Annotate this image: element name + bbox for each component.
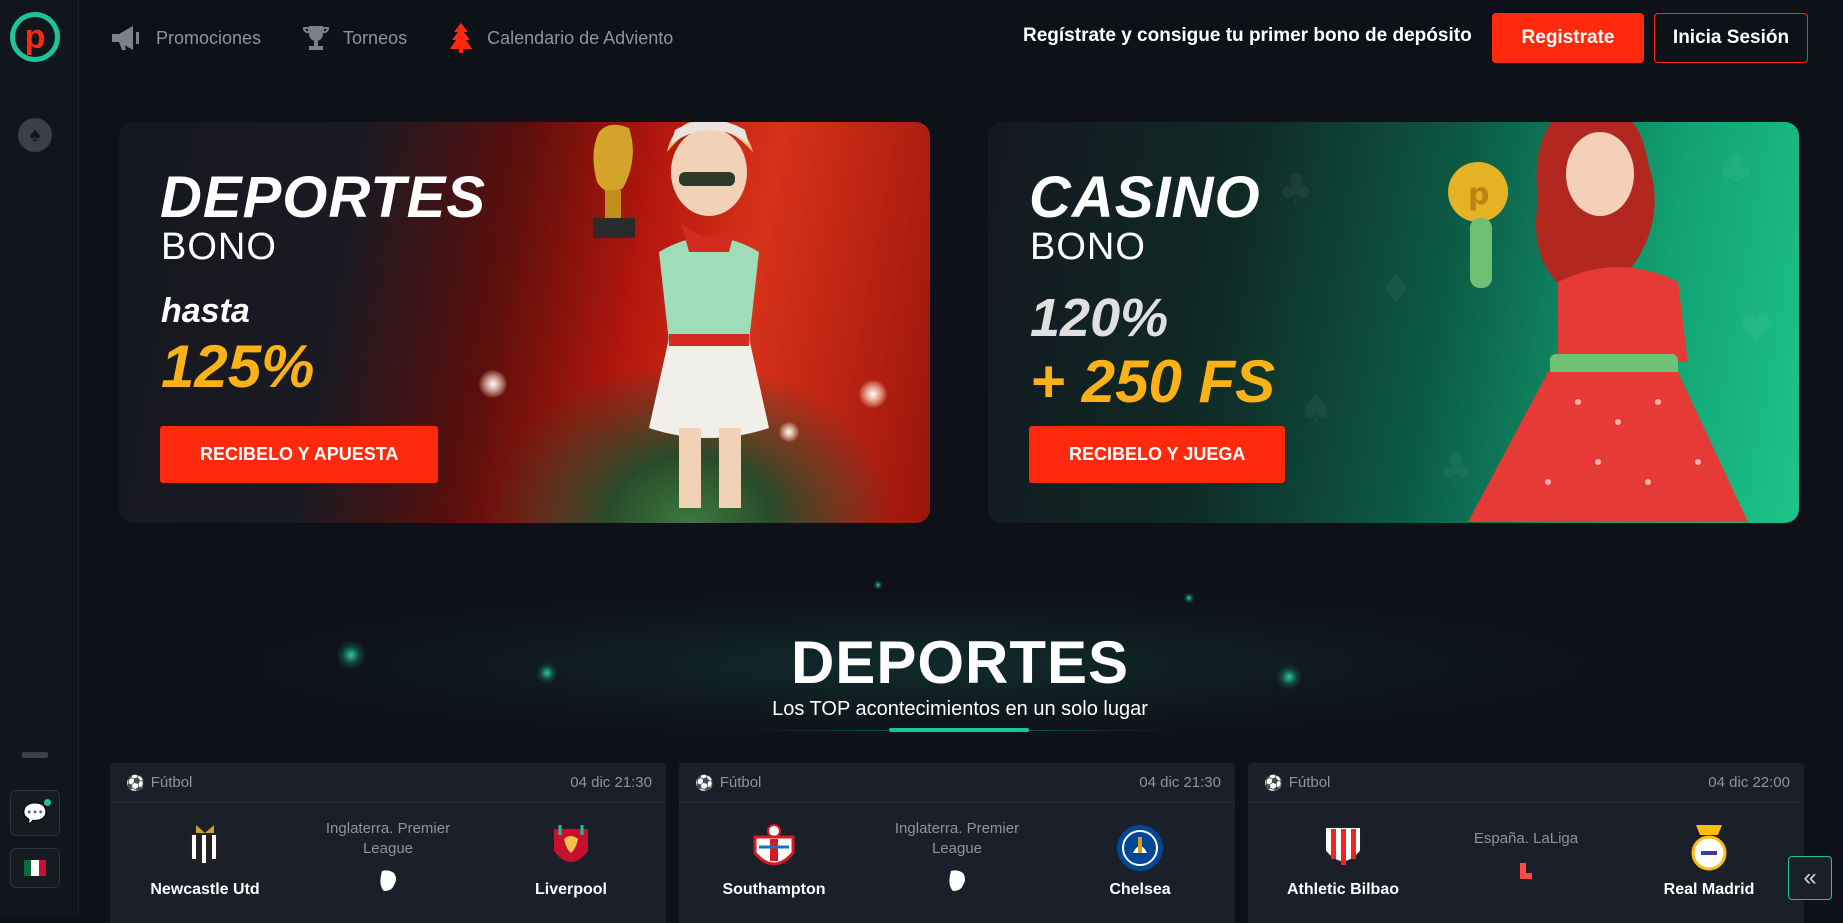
section-subtitle: Los TOP acontecimientos en un solo lugar: [772, 698, 1148, 720]
away-team-name: Chelsea: [1109, 881, 1171, 898]
nav-label: Promociones: [156, 27, 262, 48]
banner-bonus-value: 120%: [1030, 288, 1169, 348]
liverpool-crest-icon: [546, 823, 596, 873]
nav-label: Torneos: [343, 27, 408, 48]
premier-league-logo-icon: [376, 869, 400, 893]
banner-free-spins: + 250 FS: [1030, 348, 1276, 415]
banner-title: CASINO: [1029, 165, 1261, 230]
svg-text:♣: ♣: [1278, 166, 1314, 212]
casino-chip-icon[interactable]: ♠: [18, 118, 52, 152]
match-header: ⚽ Fútbol 04 dic 21:30: [110, 763, 666, 803]
away-team[interactable]: Chelsea: [1065, 823, 1215, 899]
away-team-name: Real Madrid: [1663, 881, 1755, 898]
logo[interactable]: p: [10, 12, 60, 62]
home-team-name: Southampton: [722, 881, 826, 898]
nav-label: Calendario de Adviento: [487, 27, 674, 48]
banner-subtitle: BONO: [161, 226, 277, 268]
claim-sports-bonus-button[interactable]: RECIBELO Y APUESTA: [160, 426, 439, 483]
match-header: ⚽ Fútbol 04 dic 21:30: [679, 763, 1235, 803]
glow-particle: [1183, 592, 1195, 604]
league-name: España. LaLiga: [1473, 830, 1579, 847]
league-info: España. LaLiga: [1446, 829, 1606, 883]
away-team[interactable]: Real Madrid: [1634, 823, 1784, 899]
league-info: Inglaterra. Premier League: [877, 819, 1037, 893]
match-time: 04 dic 22:00: [1708, 774, 1790, 791]
away-team[interactable]: Liverpool: [496, 823, 646, 899]
chat-button[interactable]: 💬: [10, 790, 60, 836]
away-team-name: Liverpool: [534, 881, 607, 898]
match-sport: ⚽ Fútbol: [126, 774, 192, 792]
header-promo-text: Regístrate y consigue tu primer bono de …: [1023, 25, 1472, 46]
stadium-light: [479, 370, 507, 398]
register-button[interactable]: Registrate: [1492, 13, 1644, 63]
home-team[interactable]: Southampton: [699, 823, 849, 899]
svg-text:♠: ♠: [1298, 386, 1334, 432]
athletic-bilbao-crest-icon: [1318, 823, 1368, 873]
sport-label: Fútbol: [719, 774, 762, 791]
sidebar-divider: [22, 752, 48, 758]
promo-woman-coin-image: p: [1448, 122, 1748, 522]
soccer-ball-icon: ⚽: [695, 774, 714, 792]
collapse-panel-button[interactable]: «: [1788, 856, 1832, 900]
section-divider-accent: [889, 728, 1029, 732]
top-nav: Promociones Torneos Calendario de Advien…: [110, 18, 673, 58]
sport-label: Fútbol: [1288, 774, 1331, 791]
home-team[interactable]: Athletic Bilbao: [1268, 823, 1418, 899]
claim-casino-bonus-button[interactable]: RECIBELO Y JUEGA: [1029, 426, 1286, 483]
match-time: 04 dic 21:30: [570, 774, 652, 791]
laliga-logo-icon: [1514, 859, 1538, 883]
glow-particle: [873, 580, 883, 590]
home-team-name: Newcastle Utd: [150, 881, 260, 898]
banner-prefix: hasta: [161, 292, 250, 330]
home-team-name: Athletic Bilbao: [1286, 881, 1399, 898]
match-card[interactable]: ⚽ Fútbol 04 dic 22:00 Athletic Bilbao Esp…: [1248, 763, 1804, 923]
section-title: DEPORTES: [790, 629, 1130, 696]
league-name: Inglaterra. Premier League: [325, 820, 451, 857]
sports-bonus-banner[interactable]: DEPORTES BONO hasta 125% RECIBELO Y APUE…: [119, 122, 930, 523]
banner-subtitle: BONO: [1030, 226, 1146, 268]
nav-item-calendario[interactable]: Calendario de Adviento: [447, 22, 673, 54]
sport-label: Fútbol: [150, 774, 193, 791]
nav-item-torneos[interactable]: Torneos: [301, 23, 407, 53]
christmas-tree-icon: [450, 23, 473, 53]
logo-mark: p: [15, 17, 55, 57]
match-header: ⚽ Fútbol 04 dic 22:00: [1248, 763, 1804, 803]
match-card[interactable]: ⚽ Fútbol 04 dic 21:30 Newcastle Utd Ingla…: [110, 763, 666, 923]
real-madrid-crest-icon: [1684, 823, 1734, 873]
match-card[interactable]: ⚽ Fútbol 04 dic 21:30 Southampton Inglate…: [679, 763, 1235, 923]
premier-league-logo-icon: [945, 869, 969, 893]
soccer-ball-icon: ⚽: [1264, 774, 1283, 792]
southampton-crest-icon: [749, 823, 799, 873]
league-name: Inglaterra. Premier League: [894, 820, 1020, 857]
banner-title: DEPORTES: [160, 165, 487, 230]
trophy-icon: [303, 26, 330, 50]
casino-bonus-banner[interactable]: ♣♦♠♥ ♣♣♥♠ p CASINO BONO 120% + 250 FS RE…: [988, 122, 1799, 523]
mexico-flag-icon: [24, 860, 46, 876]
double-chevron-left-icon: «: [1803, 864, 1817, 891]
chelsea-crest-icon: [1115, 823, 1165, 873]
match-sport: ⚽ Fútbol: [695, 774, 761, 792]
promo-woman-trophy-image: [593, 122, 769, 508]
soccer-ball-icon: ⚽: [126, 774, 145, 792]
language-button[interactable]: [10, 848, 60, 888]
svg-text:p: p: [1468, 177, 1489, 212]
newcastle-crest-icon: [180, 823, 230, 873]
stadium-light: [859, 380, 887, 408]
home-team[interactable]: Newcastle Utd: [130, 823, 280, 899]
sidebar: p ♠ 💬: [0, 0, 79, 915]
megaphone-icon: [112, 26, 139, 50]
chat-notification-dot: [44, 799, 51, 806]
match-sport: ⚽ Fútbol: [1264, 774, 1330, 792]
svg-text:♦: ♦: [1378, 266, 1414, 312]
match-time: 04 dic 21:30: [1139, 774, 1221, 791]
league-info: Inglaterra. Premier League: [308, 819, 468, 893]
login-button[interactable]: Inicia Sesión: [1654, 13, 1808, 63]
banner-bonus-value: 125%: [161, 333, 315, 400]
nav-item-promociones[interactable]: Promociones: [110, 24, 261, 52]
